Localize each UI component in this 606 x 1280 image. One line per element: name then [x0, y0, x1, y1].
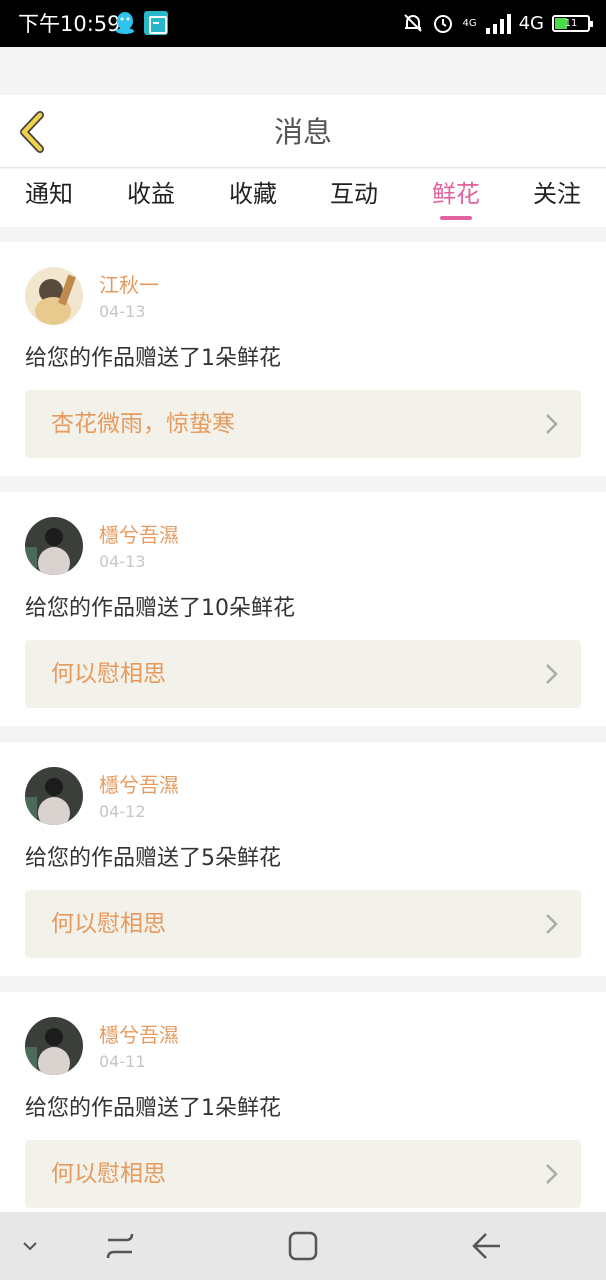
chevron-down-icon[interactable] [12, 1226, 48, 1266]
battery-icon: 11 [552, 14, 593, 32]
status-bar: 下午10:59 4G 4G 11 [0, 0, 606, 47]
notifications-off-icon [403, 14, 422, 32]
page-title: 消息 [273, 115, 332, 149]
tab-flowers[interactable]: 鲜花 [416, 178, 496, 210]
message-card: 檼兮吾濕 04-13 给您的作品赠送了10朵鲜花 何以慰相思 [0, 492, 606, 726]
work-link[interactable]: 何以慰相思 [25, 640, 581, 708]
network-type-small: 4G [462, 17, 477, 29]
message-text: 给您的作品赠送了5朵鲜花 [25, 846, 281, 871]
message-card: 江秋一 04-13 给您的作品赠送了1朵鲜花 杏花微雨，惊蛰寒 [0, 242, 606, 476]
message-text: 给您的作品赠送了10朵鲜花 [25, 596, 295, 621]
avatar[interactable] [25, 767, 83, 825]
alarm-icon [433, 15, 452, 33]
chevron-right-icon [546, 414, 558, 434]
message-date: 04-12 [99, 802, 146, 821]
chevron-right-icon [546, 914, 558, 934]
work-title: 何以慰相思 [51, 911, 166, 937]
network-type: 4G [518, 12, 544, 34]
tab-notifications[interactable]: 通知 [9, 178, 89, 210]
recent-apps-icon[interactable] [100, 1226, 140, 1266]
status-time: 下午10:59 [18, 12, 121, 36]
home-icon[interactable] [283, 1226, 323, 1266]
work-link[interactable]: 杏花微雨，惊蛰寒 [25, 390, 581, 458]
avatar[interactable] [25, 517, 83, 575]
chevron-right-icon [546, 664, 558, 684]
work-link[interactable]: 何以慰相思 [25, 890, 581, 958]
scan-icon [144, 11, 168, 35]
avatar[interactable] [25, 1017, 83, 1075]
header: 消息 [0, 95, 606, 168]
qq-icon [116, 12, 134, 34]
signal-icon [485, 12, 511, 34]
work-link[interactable]: 何以慰相思 [25, 1140, 581, 1208]
tab-favorites[interactable]: 收藏 [213, 178, 293, 210]
message-card: 檼兮吾濕 04-11 给您的作品赠送了1朵鲜花 何以慰相思 [0, 992, 606, 1226]
message-card: 檼兮吾濕 04-12 给您的作品赠送了5朵鲜花 何以慰相思 [0, 742, 606, 976]
battery-level: 11 [564, 17, 578, 29]
system-nav-bar [0, 1212, 606, 1280]
tab-bar: 通知 收益 收藏 互动 鲜花 关注 [0, 169, 606, 227]
message-date: 04-13 [99, 552, 146, 571]
message-date: 04-11 [99, 1052, 146, 1071]
username[interactable]: 檼兮吾濕 [99, 522, 179, 548]
tab-follows[interactable]: 关注 [517, 178, 597, 210]
work-title: 杏花微雨，惊蛰寒 [51, 411, 235, 437]
message-date: 04-13 [99, 302, 146, 321]
username[interactable]: 檼兮吾濕 [99, 1022, 179, 1048]
work-title: 何以慰相思 [51, 1161, 166, 1187]
chevron-right-icon [546, 1164, 558, 1184]
username[interactable]: 江秋一 [99, 272, 159, 298]
message-text: 给您的作品赠送了1朵鲜花 [25, 346, 281, 371]
message-text: 给您的作品赠送了1朵鲜花 [25, 1096, 281, 1121]
avatar[interactable] [25, 267, 83, 325]
back-icon[interactable] [466, 1226, 506, 1266]
tab-interactions[interactable]: 互动 [314, 178, 394, 210]
tab-earnings[interactable]: 收益 [111, 178, 191, 210]
work-title: 何以慰相思 [51, 661, 166, 687]
username[interactable]: 檼兮吾濕 [99, 772, 179, 798]
active-tab-indicator [440, 216, 472, 220]
